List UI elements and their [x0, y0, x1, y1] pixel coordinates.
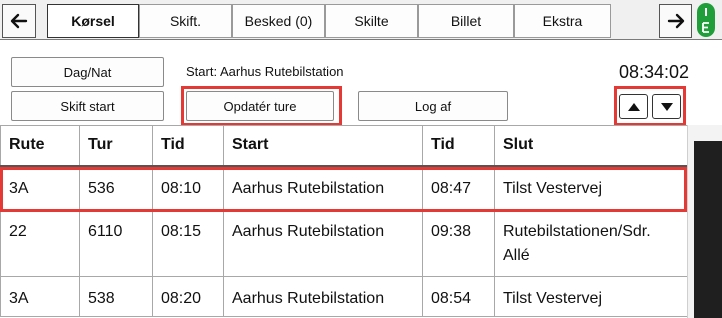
cell-route: 3A	[0, 165, 80, 210]
traffic-light-icon	[697, 3, 715, 37]
cell-departure-time: 08:20	[152, 276, 224, 317]
cell-start: Aarhus Rutebilstation	[223, 276, 423, 317]
scroll-up-button[interactable]	[619, 94, 648, 119]
cell-end: Tilst Vestervej	[494, 276, 688, 317]
tab-ekstra[interactable]: Ekstra	[514, 4, 611, 38]
tab-besked[interactable]: Besked (0)	[232, 4, 325, 38]
tab-korsel[interactable]: Kørsel	[47, 4, 139, 38]
back-button[interactable]	[2, 4, 36, 38]
cell-start: Aarhus Rutebilstation	[223, 209, 423, 277]
update-trips-button[interactable]: Opdatér ture	[186, 91, 334, 121]
tab-billet[interactable]: Billet	[418, 4, 514, 38]
caret-up-icon	[627, 102, 640, 111]
header-trip: Tur	[79, 125, 153, 167]
cell-end: Rutebilstationen/Sdr. Allé	[494, 209, 688, 277]
cell-start: Aarhus Rutebilstation	[223, 165, 423, 210]
logout-button[interactable]: Log af	[358, 91, 508, 121]
tab-skift[interactable]: Skift.	[139, 4, 232, 38]
cell-end: Tilst Vestervej	[494, 165, 688, 210]
header-end: Slut	[494, 125, 688, 167]
cell-trip: 536	[79, 165, 153, 210]
cell-route: 3A	[0, 276, 80, 317]
header-arrival-time: Tid	[422, 125, 495, 167]
clock: 08:34:02	[619, 62, 690, 82]
tab-skilte[interactable]: Skilte	[325, 4, 418, 38]
cell-trip: 6110	[79, 209, 153, 277]
arrow-right-icon	[667, 13, 684, 29]
table-header-row: Rute Tur Tid Start Tid Slut	[0, 125, 688, 167]
table-row[interactable]: 3A 536 08:10 Aarhus Rutebilstation 08:47…	[0, 165, 688, 210]
trip-table: Rute Tur Tid Start Tid Slut 3A 536 08:10…	[0, 125, 688, 317]
forward-button[interactable]	[659, 4, 692, 38]
tab-bar: Kørsel Skift. Besked (0) Skilte Billet E…	[0, 0, 722, 40]
cell-arrival-time: 09:38	[422, 209, 495, 277]
cell-arrival-time: 08:54	[422, 276, 495, 317]
cell-trip: 538	[79, 276, 153, 317]
change-start-button[interactable]: Skift start	[11, 91, 164, 121]
arrow-left-icon	[10, 13, 28, 29]
table-row[interactable]: 22 6110 08:15 Aarhus Rutebilstation 09:3…	[0, 209, 688, 277]
header-start: Start	[223, 125, 423, 167]
header-departure-time: Tid	[152, 125, 224, 167]
scroll-down-button[interactable]	[652, 94, 681, 119]
caret-down-icon	[660, 102, 673, 111]
cell-departure-time: 08:15	[152, 209, 224, 277]
cell-departure-time: 08:10	[152, 165, 224, 210]
scrollbar-thumb[interactable]	[694, 141, 722, 318]
cell-route: 22	[0, 209, 80, 277]
day-night-button[interactable]: Dag/Nat	[11, 57, 164, 87]
header-route: Rute	[0, 125, 80, 167]
cell-arrival-time: 08:47	[422, 165, 495, 210]
table-row[interactable]: 3A 538 08:20 Aarhus Rutebilstation 08:54…	[0, 276, 688, 317]
start-station-info: Start: Aarhus Rutebilstation	[186, 64, 344, 79]
